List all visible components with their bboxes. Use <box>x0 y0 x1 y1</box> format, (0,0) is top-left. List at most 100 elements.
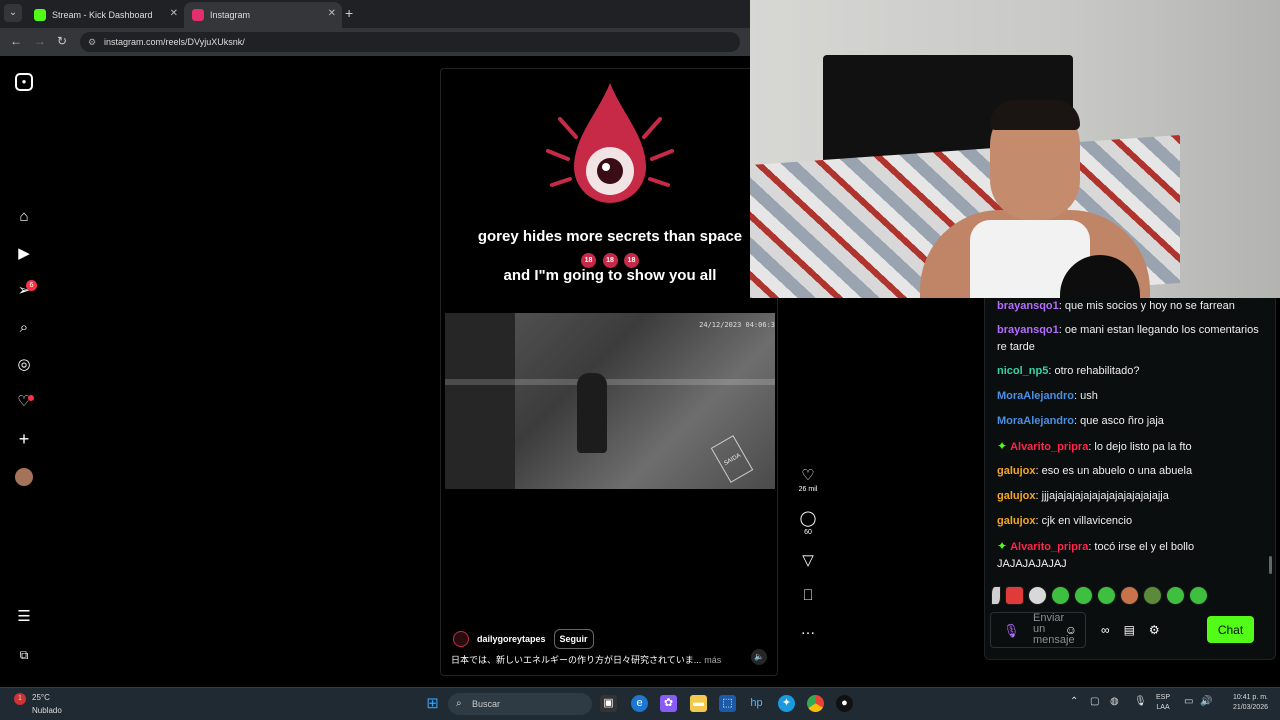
new-tab-plus-icon[interactable]: + <box>345 5 353 21</box>
voice-input-icon[interactable]: 🎙 <box>1003 623 1020 639</box>
chat-username[interactable]: MoraAlejandro <box>997 390 1074 402</box>
chat-scrollbar[interactable] <box>1269 556 1272 574</box>
streamer-hair <box>990 100 1080 130</box>
forward-arrow-icon[interactable]: → <box>34 34 46 48</box>
share-icon[interactable]: ▽ <box>796 552 820 570</box>
send-chat-button[interactable]: Chat <box>1207 616 1254 643</box>
chat-username[interactable]: nicol_np5 <box>997 365 1048 377</box>
edge-browser-icon[interactable]: e <box>631 695 648 712</box>
chat-username[interactable]: galujox <box>997 515 1036 527</box>
more-apps-icon[interactable]: ⧉ <box>15 646 33 664</box>
back-arrow-icon[interactable]: ← <box>10 34 22 48</box>
chat-message: galujox: cjk en villavicencio <box>997 513 1259 530</box>
home-icon[interactable]: ⌂ <box>15 208 33 226</box>
more-link[interactable]: más <box>704 655 721 665</box>
author-username[interactable]: dailygoreytapes <box>477 634 546 644</box>
taskbar-clock[interactable]: 10:41 p. m. 21/03/2026 <box>1218 693 1268 713</box>
tab-instagram[interactable]: Instagram ✕ <box>184 2 342 28</box>
taskbar-search[interactable]: ⌕ Buscar <box>448 693 592 715</box>
follow-button[interactable]: Seguir <box>553 629 594 649</box>
display-icon[interactable]: ▭ <box>1184 696 1193 707</box>
tab-title: Stream - Kick Dashboard <box>52 10 153 20</box>
copilot-icon[interactable]: ✿ <box>660 695 677 712</box>
tab-search-icon[interactable]: ⌄ <box>4 4 22 22</box>
reels-icon[interactable]: ▶ <box>15 245 33 263</box>
instagram-logo-icon[interactable]: ● <box>15 73 33 91</box>
tray-app-icon[interactable]: ▢ <box>1090 696 1099 707</box>
search-icon[interactable]: ⌕ <box>15 319 33 337</box>
reload-icon[interactable]: ↻ <box>57 34 67 48</box>
notification-dot <box>28 395 34 401</box>
menu-icon[interactable]: ☰ <box>15 608 33 626</box>
chat-username[interactable]: brayansqo1 <box>997 324 1059 336</box>
close-tab-icon[interactable]: ✕ <box>328 8 336 19</box>
weather-desc: Nublado <box>32 706 62 715</box>
task-view-icon[interactable]: ▣ <box>600 695 617 712</box>
emote[interactable] <box>1074 586 1093 605</box>
emote[interactable] <box>1166 586 1185 605</box>
reel-author: dailygoreytapes Seguir <box>453 629 594 649</box>
site-info-icon[interactable]: ⚙ <box>88 32 96 52</box>
lang-layout: LAA <box>1156 704 1170 711</box>
messenger-app-icon[interactable]: ✦ <box>778 695 795 712</box>
comment-action[interactable]: ◯ 60 <box>796 510 820 536</box>
chrome-icon[interactable] <box>807 695 824 712</box>
chat-username[interactable]: galujox <box>997 465 1036 477</box>
hp-app-icon[interactable]: hp <box>748 695 765 712</box>
emote[interactable] <box>1005 586 1024 605</box>
file-explorer-icon[interactable]: ▬ <box>690 695 707 712</box>
emote[interactable] <box>1120 586 1139 605</box>
chat-username[interactable]: MoraAlejandro <box>997 415 1074 427</box>
weather-widget[interactable]: 1 25°C Nublado <box>14 692 62 716</box>
profile-avatar-icon[interactable] <box>15 468 33 486</box>
settings-gear-icon[interactable]: ⚙ <box>1149 623 1160 637</box>
exit-sign: SAIDA <box>710 435 754 483</box>
more-dots-icon[interactable]: … <box>796 621 820 639</box>
chat-message: ✦ Alvarito_pripra: tocó irse el y el boll… <box>997 538 1259 573</box>
create-icon[interactable]: + <box>15 430 33 448</box>
infinity-icon[interactable]: ∞ <box>1101 623 1110 637</box>
emote[interactable] <box>1143 586 1162 605</box>
input-language[interactable]: ESP LAA <box>1156 693 1170 713</box>
underage-emoji-icon: 18 <box>581 253 597 268</box>
microphone-tray-icon[interactable]: 🎙 <box>1134 696 1147 707</box>
show-hidden-icons-chevron-icon[interactable]: ⌃ <box>1070 696 1078 707</box>
heart-icon[interactable]: ♡ <box>796 467 820 485</box>
chat-username[interactable]: Alvarito_pripra <box>1010 441 1088 453</box>
tab-kick-dashboard[interactable]: Stream - Kick Dashboard ✕ <box>26 2 184 28</box>
bookmark-icon[interactable]: ⎕ <box>796 587 820 605</box>
chat-message: galujox: jjjajajajajajajajajajajajajajja <box>997 488 1259 505</box>
comment-icon[interactable]: ◯ <box>796 510 820 528</box>
like-count: 26 mil <box>798 486 818 493</box>
emote[interactable] <box>1189 586 1208 605</box>
emote[interactable] <box>1051 586 1070 605</box>
microsoft-store-icon[interactable]: ⬚ <box>719 695 736 712</box>
chat-message-input[interactable]: 🎙 Enviar un mensaje ☺ <box>990 612 1086 648</box>
tray-app-icon[interactable]: ◍ <box>1110 696 1119 707</box>
chat-username[interactable]: Alvarito_pripra <box>1010 541 1088 553</box>
chat-username[interactable]: brayansqo1 <box>997 300 1059 312</box>
comment-count: 60 <box>804 529 812 536</box>
chat-username[interactable]: galujox <box>997 490 1036 502</box>
emote[interactable] <box>1028 586 1047 605</box>
emoji-picker-icon[interactable]: ☺ <box>1065 623 1077 637</box>
reel-player[interactable]: gorey hides more secrets than space 18 1… <box>440 68 778 676</box>
cctv-video-frame[interactable]: 24/12/2023 04:06:3 SAIDA <box>445 313 775 489</box>
obs-studio-icon[interactable]: ● <box>836 695 853 712</box>
explore-icon[interactable]: ◎ <box>15 356 33 374</box>
volume-icon[interactable]: 🔊 <box>1200 696 1212 707</box>
chat-text: : que asco ñro jaja <box>1074 415 1164 427</box>
like-action[interactable]: ♡ 26 mil <box>796 467 820 493</box>
share-action[interactable]: ▽ <box>796 552 820 570</box>
emote[interactable] <box>1097 586 1116 605</box>
author-avatar[interactable] <box>453 631 469 647</box>
save-action[interactable]: ⎕ <box>796 587 820 605</box>
windows-start-icon[interactable]: ⊞ <box>424 695 441 712</box>
emote[interactable] <box>991 586 1001 605</box>
store-icon[interactable]: ▤ <box>1124 623 1135 637</box>
more-options-action[interactable]: … <box>796 621 820 639</box>
close-tab-icon[interactable]: ✕ <box>170 8 178 19</box>
address-bar[interactable]: ⚙ instagram.com/reels/DVyjuXUksnk/ <box>80 32 740 52</box>
mute-icon[interactable]: 🔈 <box>751 649 767 665</box>
chat-text: : que mis socios y hoy no se farrean <box>1058 300 1235 312</box>
